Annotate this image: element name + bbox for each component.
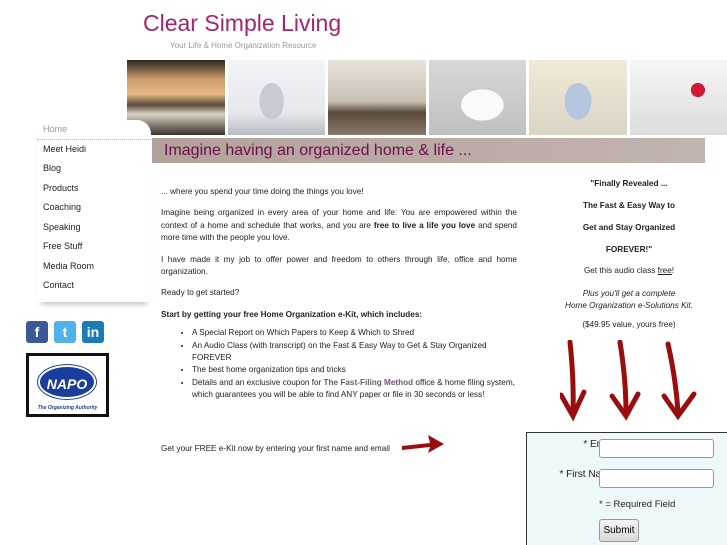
promo-heading: The Fast & Easy Way to (582, 201, 676, 210)
promo-heading: "Finally Revealed ... (590, 179, 668, 188)
nav-free-stuff[interactable]: Free Stuff (37, 237, 151, 257)
promo-text: Home Organization e-Solutions Kit. (565, 301, 693, 310)
ekit-list: A Special Report on Which Papers to Keep… (192, 327, 517, 401)
submit-button[interactable]: Submit (599, 519, 639, 542)
list-item: An Audio Class (with transcript) on the … (192, 340, 517, 365)
nav-speaking[interactable]: Speaking (37, 218, 151, 238)
main-nav: Home Meet Heidi Blog Products Coaching S… (37, 120, 151, 302)
paragraph: Ready to get started? (161, 288, 240, 298)
list-item: Details and an exclusive coupon for The … (192, 377, 517, 402)
nav-media-room[interactable]: Media Room (37, 257, 151, 277)
header-photo-strip (127, 60, 727, 135)
photo-meditating-woman (227, 60, 325, 135)
photo-white-chair (428, 60, 526, 135)
paragraph: Start by getting your free Home Organiza… (161, 309, 423, 319)
site-tagline: Your Life & Home Organization Resource (170, 41, 317, 50)
down-arrows-icon (560, 340, 697, 422)
nav-meet-heidi[interactable]: Meet Heidi (37, 140, 151, 160)
required-note: * = Required Field (599, 499, 676, 510)
site-logo[interactable]: Clear Simple Living (143, 10, 341, 37)
nav-blog[interactable]: Blog (37, 159, 151, 179)
promo-text: Plus you'll get a complete (582, 289, 676, 298)
napo-logo: NAPO (38, 365, 96, 399)
main-content: ... where you spend your time doing the … (161, 186, 517, 402)
social-links: f t in (26, 321, 104, 343)
first-name-field[interactable] (599, 469, 714, 488)
email-field[interactable] (599, 439, 714, 458)
linkedin-icon[interactable]: in (82, 321, 104, 343)
photo-woman-laptop (529, 60, 627, 135)
napo-tagline: The Organizing Authority (37, 405, 98, 411)
napo-badge[interactable]: NAPO The Organizing Authority (26, 353, 109, 417)
cta-text: Get your FREE e-Kit now by entering your… (161, 444, 390, 453)
intro-text: ... where you spend your time doing the … (161, 187, 364, 196)
free-link[interactable]: free (658, 266, 672, 275)
paragraph: I have made it my job to offer power and… (161, 254, 517, 277)
paragraph: Imagine being organized in every area of… (161, 208, 517, 243)
facebook-icon[interactable]: f (26, 321, 48, 343)
arrow-right-icon (402, 435, 444, 453)
list-item: A Special Report on Which Papers to Keep… (192, 327, 517, 339)
photo-lounge (328, 60, 426, 135)
photo-tulips (629, 60, 727, 135)
promo-value: ($49.95 value, yours free) (582, 320, 676, 329)
fast-filing-link[interactable]: The Fast-Filing Method (324, 378, 414, 387)
nav-home[interactable]: Home (37, 120, 151, 140)
signup-form: * Email * First Name * = Required Field … (526, 432, 727, 545)
page-banner: Imagine having an organized home & life … (152, 138, 705, 163)
list-item: The best home organization tips and tric… (192, 364, 517, 376)
promo-heading: FOREVER!" (605, 245, 653, 254)
audio-offer: Get this audio class free! (583, 266, 675, 275)
nav-products[interactable]: Products (37, 179, 151, 199)
twitter-icon[interactable]: t (54, 321, 76, 343)
nav-coaching[interactable]: Coaching (37, 198, 151, 218)
nav-contact[interactable]: Contact (37, 276, 151, 296)
promo-sidebar: "Finally Revealed ... The Fast & Easy Wa… (530, 178, 727, 330)
promo-heading: Get and Stay Organized (582, 223, 676, 232)
